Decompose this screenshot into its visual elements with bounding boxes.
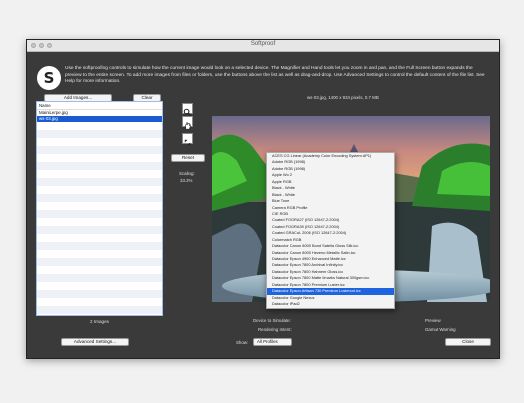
image-info: ws-03.jpg, 1400 x 934 pixels, 0.7 MB [307, 95, 379, 100]
list-empty-row [37, 250, 162, 258]
list-header-name[interactable]: Name [37, 102, 162, 110]
list-empty-row [37, 202, 162, 210]
softproof-window: Softproof S Use the softproofing control… [26, 39, 500, 359]
list-empty-row [37, 154, 162, 162]
title-bar: Softproof [27, 40, 499, 52]
magnifier-tool[interactable] [182, 103, 193, 117]
list-empty-row [37, 306, 162, 314]
list-empty-row [37, 218, 162, 226]
list-empty-row [37, 298, 162, 306]
device-profile-menu[interactable]: ACES CG Linear (Academy Color Encoding S… [266, 152, 395, 309]
instructions-text: Use the softproofing controls to simulat… [65, 66, 485, 84]
preview-checkbox-label[interactable]: Preview [425, 318, 441, 323]
menu-item[interactable]: Datacolor Lenovo [267, 308, 394, 309]
full-screen-icon [184, 139, 191, 146]
list-empty-row [37, 234, 162, 242]
image-count: 2 Images [90, 319, 109, 324]
scaling-label: Scaling: [179, 171, 195, 176]
list-empty-row [37, 138, 162, 146]
window-title: Softproof [250, 41, 276, 47]
advanced-settings-button[interactable]: Advanced Settings... [61, 338, 129, 346]
app-logo: S [37, 66, 61, 90]
show-label: Show: [236, 340, 249, 345]
list-empty-row [37, 162, 162, 170]
list-empty-row [37, 170, 162, 178]
hand-icon [185, 122, 191, 130]
list-empty-row [37, 282, 162, 290]
list-empty-row [37, 122, 162, 130]
full-screen-tool[interactable] [182, 133, 193, 146]
list-empty-row [37, 178, 162, 186]
gamut-warning-label[interactable]: Gamut Warning [425, 327, 456, 332]
device-label: Device to Simulate: [253, 318, 291, 323]
scaling-value: 33.2% [180, 178, 193, 183]
list-empty-row [37, 266, 162, 274]
list-empty-row [37, 210, 162, 218]
rendering-intent-label: Rendering Intent: [258, 327, 292, 332]
list-empty-row [37, 242, 162, 250]
list-empty-row [37, 258, 162, 266]
list-empty-row [37, 146, 162, 154]
reset-button[interactable]: Reset [171, 154, 205, 162]
list-empty-row [37, 226, 162, 234]
list-empty-row [37, 186, 162, 194]
file-list[interactable]: Name MainiLerpe.jpg ws-03.jpg [36, 101, 163, 316]
close-button[interactable]: Close [445, 338, 491, 346]
list-empty-area [37, 122, 162, 314]
list-empty-row [37, 130, 162, 138]
list-empty-row [37, 194, 162, 202]
list-empty-row [37, 290, 162, 298]
show-select[interactable]: All Profiles [253, 338, 292, 346]
hand-tool[interactable] [182, 116, 193, 130]
list-empty-row [37, 274, 162, 282]
